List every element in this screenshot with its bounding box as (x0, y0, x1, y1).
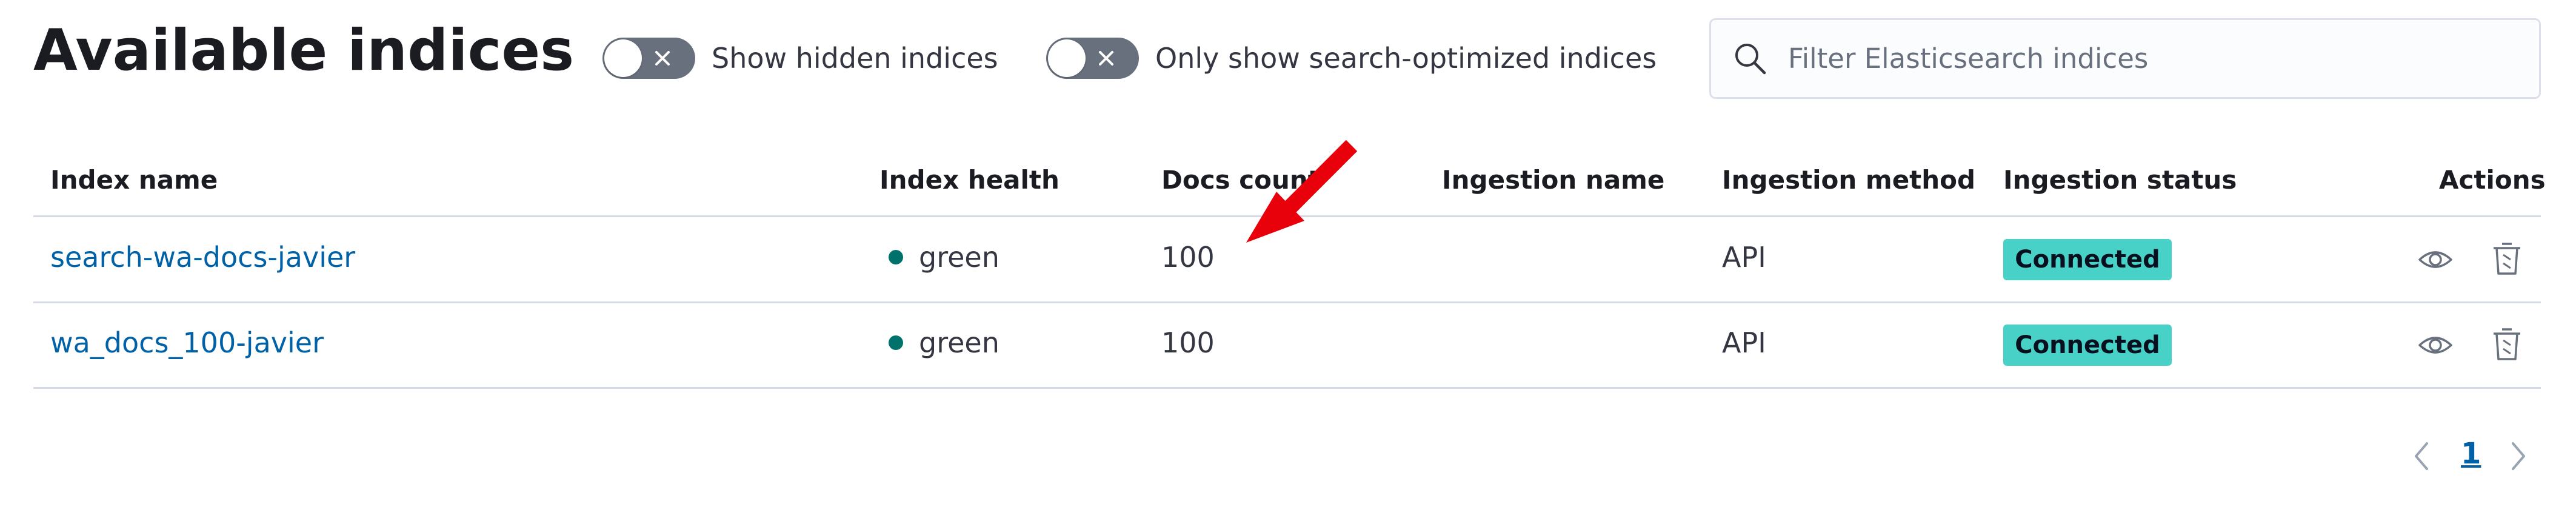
column-header-ingestion-status[interactable]: Ingestion status (2003, 165, 2237, 195)
column-header-index-name[interactable]: Index name (50, 165, 218, 195)
eye-icon[interactable] (2417, 241, 2454, 278)
docs-count: 100 (1161, 241, 1215, 274)
health-status-dot (889, 335, 903, 350)
show-hidden-indices-label: Show hidden indices (712, 42, 998, 75)
trash-icon[interactable] (2489, 326, 2525, 362)
status-badge: Connected (2003, 325, 2172, 366)
show-hidden-indices-switch[interactable] (602, 38, 695, 79)
row-divider (33, 301, 2541, 303)
column-header-ingestion-name[interactable]: Ingestion name (1442, 165, 1664, 195)
health-status-dot (889, 249, 903, 264)
search-icon (1735, 43, 1766, 74)
close-icon (655, 51, 670, 66)
chevron-right-icon[interactable] (2508, 441, 2529, 471)
ingestion-method: API (1722, 241, 1766, 274)
index-name-link[interactable]: wa_docs_100-javier (50, 326, 324, 359)
show-hidden-indices-toggle[interactable]: Show hidden indices (602, 35, 998, 81)
column-header-actions: Actions (2439, 165, 2546, 195)
chevron-left-icon[interactable] (2411, 441, 2432, 471)
annotation-arrow (1246, 140, 1358, 243)
ingestion-method: API (1722, 326, 1766, 359)
index-health-label: green (919, 326, 999, 359)
status-badge: Connected (2003, 239, 2172, 280)
index-health-label: green (919, 241, 999, 274)
index-health: green (889, 326, 999, 359)
index-health: green (889, 241, 999, 274)
pagination-page-1[interactable]: 1 (2461, 437, 2481, 471)
search-input[interactable] (1787, 42, 2539, 75)
page-title: Available indices (33, 18, 575, 84)
column-header-index-health[interactable]: Index health (879, 165, 1059, 195)
switch-knob (1048, 39, 1086, 77)
close-icon (1099, 51, 1113, 66)
index-name-link[interactable]: search-wa-docs-javier (50, 241, 355, 274)
switch-knob (604, 39, 642, 77)
row-divider (33, 387, 2541, 389)
search-field[interactable] (1709, 18, 2541, 99)
trash-icon[interactable] (2489, 240, 2525, 277)
column-header-ingestion-method[interactable]: Ingestion method (1722, 165, 1975, 195)
search-optimized-switch[interactable] (1046, 38, 1139, 79)
search-optimized-toggle[interactable]: Only show search-optimized indices (1046, 35, 1657, 81)
docs-count: 100 (1161, 326, 1215, 359)
eye-icon[interactable] (2417, 327, 2454, 363)
search-optimized-label: Only show search-optimized indices (1155, 42, 1657, 75)
